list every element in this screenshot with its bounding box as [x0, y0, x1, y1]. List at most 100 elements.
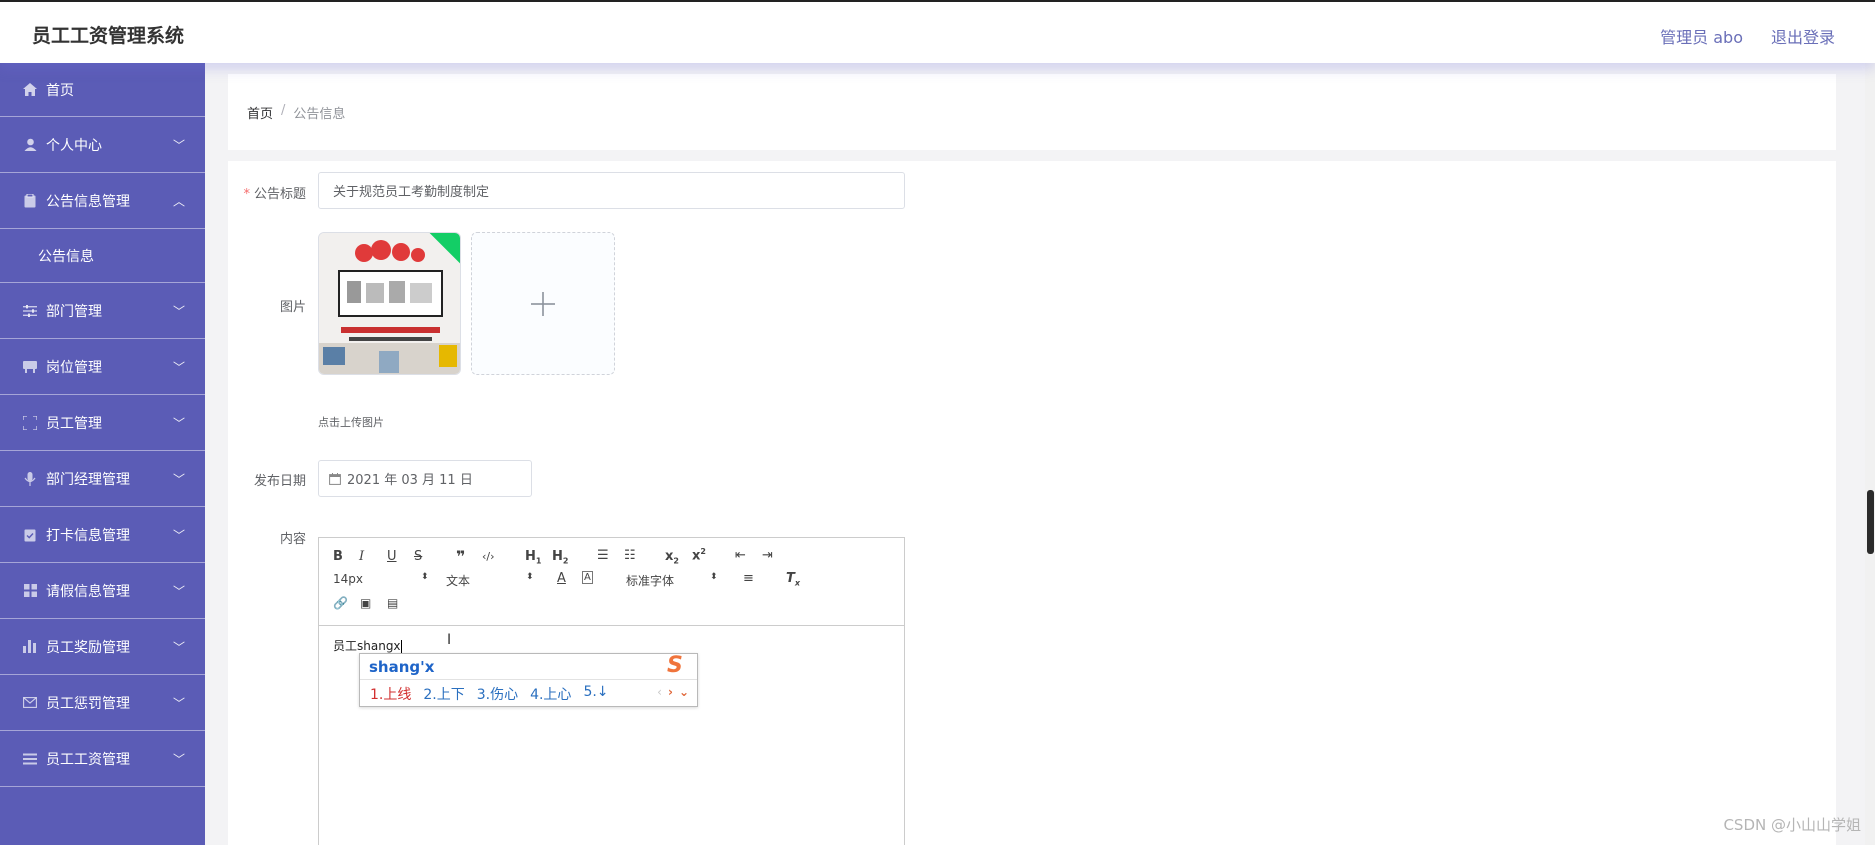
sidebar-item-salary[interactable]: 员工工资管理 ﹀	[0, 731, 205, 787]
code-block-button[interactable]: ‹/›	[482, 550, 495, 563]
sidebar-item-label: 员工管理	[46, 415, 102, 432]
font-family-select[interactable]: 标准字体 ⬍	[626, 572, 718, 589]
ime-divider	[360, 679, 697, 680]
chevron-down-icon: ﹀	[172, 360, 185, 374]
ime-candidates: 1.上线 2.上下 3.伤心 4.上心 5.↓	[370, 684, 609, 704]
bullet-list-button[interactable]: ☷	[624, 548, 636, 563]
background-color-button[interactable]: A	[582, 571, 593, 584]
sidebar-item-label: 岗位管理	[46, 359, 102, 376]
content-label: 内容	[279, 532, 306, 547]
scrollbar-thumb[interactable]	[1867, 490, 1874, 554]
underline-button[interactable]: U	[387, 549, 397, 564]
sidebar-item-dept-manager[interactable]: 部门经理管理 ﹀	[0, 451, 205, 507]
chevron-down-icon: ﹀	[172, 584, 185, 598]
mic-icon	[22, 471, 38, 487]
select-arrows-icon: ⬍	[710, 572, 718, 582]
calendar-icon	[329, 472, 341, 485]
chevron-down-icon: ﹀	[172, 696, 185, 710]
title-label: * 公告标题	[243, 187, 306, 202]
sidebar-item-checkin[interactable]: 打卡信息管理 ﹀	[0, 507, 205, 563]
sidebar-item-label: 个人中心	[46, 137, 102, 154]
breadcrumb-home[interactable]: 首页	[247, 103, 273, 122]
heading1-button[interactable]: H1	[525, 549, 541, 566]
chevron-down-icon: ﹀	[172, 304, 185, 318]
top-header: 员工工资管理系统 管理员 abo 退出登录	[0, 0, 1875, 63]
ime-candidate[interactable]: 3.伤心	[477, 684, 518, 704]
superscript-button[interactable]: x2	[692, 547, 706, 563]
sidebar-item-label: 员工奖励管理	[46, 639, 130, 656]
ime-candidate[interactable]: 1.上线	[370, 684, 411, 704]
bold-button[interactable]: B	[333, 549, 343, 564]
video-insert-button[interactable]: ▤	[387, 596, 398, 610]
sidebar-item-personal-center[interactable]: 个人中心 ﹀	[0, 117, 205, 173]
sidebar-subitem-label: 公告信息	[38, 248, 94, 265]
sidebar-item-reward[interactable]: 员工奖励管理 ﹀	[0, 619, 205, 675]
breadcrumb-card: 首页 / 公告信息	[228, 74, 1836, 150]
sidebar-item-label: 部门经理管理	[46, 471, 130, 488]
ime-input-text: shang'x	[369, 658, 435, 676]
plus-icon	[531, 291, 555, 316]
sidebar-item-position[interactable]: 岗位管理 ﹀	[0, 339, 205, 395]
chevron-down-icon: ﹀	[172, 472, 185, 486]
chevron-up-icon: ︿	[172, 194, 185, 208]
uploaded-image	[319, 233, 460, 374]
sidebar-item-employee[interactable]: 员工管理 ﹀	[0, 395, 205, 451]
image-insert-button[interactable]: ▣	[360, 596, 371, 610]
select-arrows-icon: ⬍	[421, 572, 429, 582]
sidebar: 首页 个人中心 ﹀ 公告信息管理 ︿ 公告信息 部门管理 ﹀ 岗位管理 ﹀ 员工…	[0, 63, 205, 845]
date-label: 发布日期	[253, 474, 306, 489]
user-label[interactable]: 管理员 abo	[1660, 24, 1743, 48]
image-label: 图片	[279, 300, 306, 315]
text-type-select[interactable]: 文本 ⬍	[446, 572, 534, 589]
ime-candidate[interactable]: 4.上心	[530, 684, 571, 704]
chevron-down-icon: ﹀	[172, 416, 185, 430]
clear-format-button[interactable]: Tx	[786, 571, 800, 588]
breadcrumb-separator: /	[281, 103, 286, 118]
date-picker-input[interactable]: 2021 年 03 月 11 日	[318, 460, 532, 497]
sliders-icon	[22, 303, 38, 319]
ime-candidate[interactable]: 2.上下	[423, 684, 464, 704]
ime-prev-icon[interactable]: ‹	[657, 685, 662, 699]
link-button[interactable]: 🔗	[333, 596, 348, 610]
outdent-button[interactable]: ⇤	[735, 548, 746, 563]
chevron-down-icon: ﹀	[172, 752, 185, 766]
logout-button[interactable]: 退出登录	[1771, 24, 1835, 48]
title-input[interactable]: 关于规范员工考勤制度制定	[318, 172, 905, 209]
mail-icon	[22, 695, 38, 711]
list-icon	[22, 751, 38, 767]
upload-hint: 点击上传图片	[318, 416, 384, 429]
ime-next-icon[interactable]: ›	[668, 685, 673, 699]
breadcrumb-current: 公告信息	[293, 107, 346, 122]
sidebar-item-leave[interactable]: 请假信息管理 ﹀	[0, 563, 205, 619]
sidebar-item-department[interactable]: 部门管理 ﹀	[0, 283, 205, 339]
subscript-button[interactable]: x2	[665, 549, 679, 566]
page-scrollbar[interactable]	[1865, 63, 1875, 845]
italic-button[interactable]: I	[359, 549, 364, 564]
clipboard-icon	[22, 527, 38, 543]
indent-button[interactable]: ⇥	[762, 548, 773, 563]
sidebar-item-label: 打卡信息管理	[46, 527, 130, 544]
ime-expand-icon[interactable]: ⌄	[679, 685, 689, 699]
uploaded-image-thumbnail[interactable]: ✓	[318, 232, 461, 375]
sidebar-item-label: 请假信息管理	[46, 583, 130, 600]
ime-page-controls: ‹ › ⌄	[657, 685, 689, 699]
ime-candidate[interactable]: 5.↓	[583, 684, 608, 704]
align-button[interactable]: ≡	[743, 571, 754, 586]
sidebar-item-label: 员工惩罚管理	[46, 695, 130, 712]
editor-content[interactable]: 员工shangx	[333, 637, 402, 654]
breadcrumb: 首页 / 公告信息	[247, 103, 345, 122]
sidebar-subitem-notice-info[interactable]: 公告信息	[0, 229, 205, 283]
home-icon	[22, 82, 38, 98]
sidebar-item-home[interactable]: 首页	[0, 63, 205, 117]
strikethrough-button[interactable]: S	[414, 549, 422, 564]
heading2-button[interactable]: H2	[552, 549, 568, 566]
ordered-list-button[interactable]: ☰	[597, 548, 609, 563]
ime-candidate-window: shang'x S 1.上线 2.上下 3.伤心 4.上心 5.↓ ‹ › ⌄	[359, 653, 698, 707]
font-size-select[interactable]: 14px ⬍	[333, 572, 429, 586]
sidebar-item-notice-management[interactable]: 公告信息管理 ︿	[0, 173, 205, 229]
grid-icon	[22, 583, 38, 599]
blockquote-button[interactable]: ❞	[456, 547, 465, 566]
sidebar-item-punishment[interactable]: 员工惩罚管理 ﹀	[0, 675, 205, 731]
image-upload-button[interactable]	[471, 232, 615, 375]
font-color-button[interactable]: A	[557, 571, 566, 586]
